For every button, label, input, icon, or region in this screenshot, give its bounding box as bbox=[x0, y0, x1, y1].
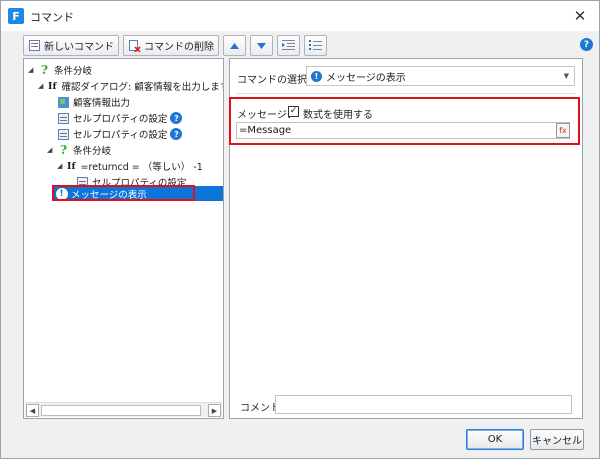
expand-arrow-icon[interactable]: ◢ bbox=[47, 146, 57, 154]
info-icon: ! bbox=[311, 70, 322, 82]
tree-item-condition[interactable]: ◢ ? 条件分岐 bbox=[47, 142, 111, 158]
scroll-right-button[interactable]: ▶ bbox=[208, 404, 221, 417]
question-icon: ? bbox=[59, 143, 68, 157]
app-icon: F bbox=[8, 8, 24, 24]
expand-arrow-icon[interactable]: ◢ bbox=[28, 66, 38, 74]
tree-item-label: 条件分岐 bbox=[73, 146, 112, 157]
delete-command-label: コマンドの削除 bbox=[144, 42, 214, 53]
formula-icon: fx bbox=[559, 126, 567, 135]
scroll-thumb[interactable] bbox=[41, 405, 201, 416]
horizontal-scrollbar[interactable]: ◀ ▶ bbox=[25, 402, 222, 417]
tree-item-if[interactable]: ◢ If =returncd = （等しい） -1 bbox=[57, 158, 203, 174]
indent-icon bbox=[282, 40, 295, 50]
message-input[interactable]: =Message bbox=[236, 122, 570, 139]
indent-button[interactable] bbox=[277, 35, 300, 56]
window-title: コマンド bbox=[30, 11, 74, 24]
new-command-button[interactable]: 新しいコマンド bbox=[23, 35, 119, 56]
tree-item-export[interactable]: 顧客情報出力 bbox=[57, 94, 130, 110]
tree-item-cell-property[interactable]: セルプロパティの設定 ? bbox=[57, 126, 183, 142]
arrow-down-icon bbox=[257, 42, 266, 49]
use-formula-checkbox[interactable]: ✓ bbox=[288, 106, 299, 117]
command-tree-panel: ◢ ? 条件分岐 ◢ If 確認ダイアログ: 顧客情報を出力します。よろ 顧客情… bbox=[23, 58, 224, 419]
tree-item-if[interactable]: ◢ If 確認ダイアログ: 顧客情報を出力します。よろ bbox=[38, 78, 223, 94]
tree-item-label: 確認ダイアログ: 顧客情報を出力します。よろ bbox=[61, 82, 223, 93]
close-icon: ✕ bbox=[573, 7, 587, 25]
toolbar: 新しいコマンド コマンドの削除 bbox=[23, 35, 327, 57]
if-keyword: If bbox=[67, 160, 76, 172]
cell-property-icon bbox=[57, 112, 70, 125]
close-button[interactable]: ✕ bbox=[569, 5, 591, 27]
command-dialog: F コマンド ✕ 新しいコマンド コマンドの削除 ? ◢ ? 条件分岐 ◢ If… bbox=[0, 0, 600, 459]
delete-command-icon bbox=[128, 39, 141, 53]
export-icon bbox=[57, 96, 70, 109]
tree-item-label: 条件分岐 bbox=[54, 66, 93, 77]
cancel-button[interactable]: キャンセル bbox=[530, 429, 584, 450]
move-down-button[interactable] bbox=[250, 35, 273, 56]
message-value: =Message bbox=[239, 125, 292, 136]
use-formula-label: 数式を使用する bbox=[303, 110, 373, 121]
chevron-down-icon: ▼ bbox=[563, 72, 569, 80]
formula-editor-button[interactable]: fx bbox=[556, 123, 570, 138]
delete-command-button[interactable]: コマンドの削除 bbox=[123, 35, 219, 56]
divider bbox=[236, 93, 576, 94]
title-bar: F コマンド ✕ bbox=[1, 1, 599, 31]
new-command-label: 新しいコマンド bbox=[44, 42, 114, 53]
help-circle-icon[interactable]: ? bbox=[170, 112, 183, 124]
command-select-label: コマンドの選択： bbox=[237, 75, 317, 86]
highlight-box bbox=[52, 185, 195, 201]
command-select[interactable]: ! メッセージの表示 ▼ bbox=[306, 66, 575, 86]
comment-input[interactable] bbox=[275, 395, 572, 414]
comment-label: コメント bbox=[240, 403, 280, 414]
tree-item-label: セルプロパティの設定 bbox=[73, 114, 168, 125]
expand-arrow-icon[interactable]: ◢ bbox=[38, 82, 48, 90]
move-up-button[interactable] bbox=[223, 35, 246, 56]
help-icon[interactable]: ? bbox=[580, 38, 593, 51]
command-tree: ◢ ? 条件分岐 ◢ If 確認ダイアログ: 顧客情報を出力します。よろ 顧客情… bbox=[24, 59, 223, 401]
new-command-icon bbox=[28, 39, 41, 52]
outdent-button[interactable] bbox=[304, 35, 327, 56]
question-icon: ? bbox=[40, 63, 49, 77]
check-icon: ✓ bbox=[289, 106, 298, 116]
expand-arrow-icon[interactable]: ◢ bbox=[57, 162, 67, 170]
if-keyword: If bbox=[48, 80, 57, 92]
arrow-up-icon bbox=[230, 42, 239, 49]
outdent-icon bbox=[309, 40, 322, 50]
tree-item-label: =returncd = （等しい） -1 bbox=[80, 162, 203, 173]
command-select-value: メッセージの表示 bbox=[326, 72, 406, 84]
ok-button[interactable]: OK bbox=[466, 429, 524, 450]
command-settings-panel: コマンドの選択： ! メッセージの表示 ▼ メッセージ： ✓ 数式を使用する =… bbox=[229, 58, 583, 419]
help-circle-icon[interactable]: ? bbox=[170, 128, 183, 140]
scroll-left-button[interactable]: ◀ bbox=[26, 404, 39, 417]
cell-property-icon bbox=[57, 128, 70, 141]
tree-item-condition[interactable]: ◢ ? 条件分岐 bbox=[28, 62, 92, 78]
tree-item-label: 顧客情報出力 bbox=[73, 98, 131, 109]
tree-item-cell-property[interactable]: セルプロパティの設定 ? bbox=[57, 110, 183, 126]
tree-item-label: セルプロパティの設定 bbox=[73, 130, 168, 141]
